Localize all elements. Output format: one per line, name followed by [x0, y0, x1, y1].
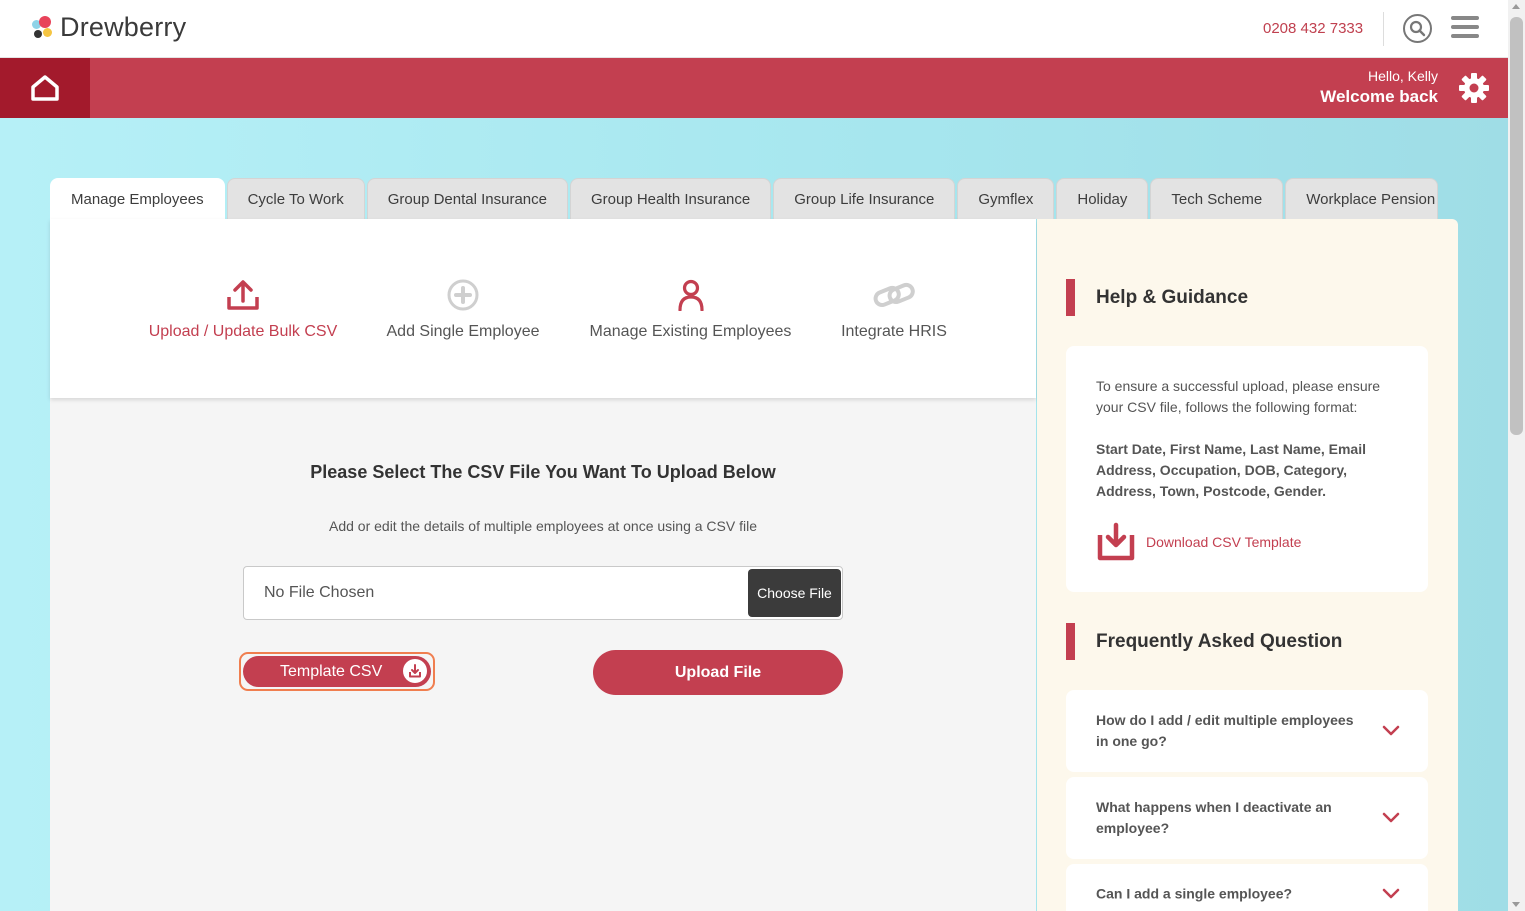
help-sidebar: Help & Guidance To ensure a successful u…	[1037, 219, 1458, 911]
greeting: Hello, Kelly Welcome back	[1320, 68, 1438, 107]
search-button[interactable]	[1403, 14, 1432, 43]
tab-group-health-insurance[interactable]: Group Health Insurance	[569, 178, 772, 219]
settings-button[interactable]	[1458, 72, 1490, 104]
tab-workplace-pension[interactable]: Workplace Pension	[1285, 178, 1439, 219]
top-bar: Drewberry 0208 432 7333	[0, 0, 1508, 58]
tab-group-dental-insurance[interactable]: Group Dental Insurance	[366, 178, 568, 219]
upload-file-button[interactable]: Upload File	[593, 650, 843, 695]
gear-icon	[1459, 73, 1489, 103]
download-csv-template-link[interactable]: Download CSV Template	[1096, 522, 1301, 562]
faq-item[interactable]: Can I add a single employee?	[1066, 864, 1428, 911]
faq-title: Frequently Asked Question	[1096, 630, 1343, 652]
link-icon	[873, 282, 915, 308]
action-options: Upload / Update Bulk CSV Add Single Empl…	[50, 219, 1036, 398]
search-icon	[1409, 20, 1426, 37]
manage-employees-panel: Upload / Update Bulk CSV Add Single Empl…	[50, 219, 1036, 911]
faq-question: How do I add / edit multiple employees i…	[1096, 712, 1354, 749]
hamburger-menu-icon[interactable]	[1451, 16, 1479, 40]
help-text: To ensure a successful upload, please en…	[1096, 378, 1381, 415]
csv-format-text: Start Date, First Name, Last Name, Email…	[1096, 441, 1366, 499]
tab-group-life-insurance[interactable]: Group Life Insurance	[773, 178, 956, 219]
scroll-up-arrow[interactable]	[1512, 4, 1520, 9]
faq-heading: Frequently Asked Question	[1066, 623, 1342, 660]
download-csv-template-label: Download CSV Template	[1146, 534, 1302, 550]
tab-cycle-to-work[interactable]: Cycle To Work	[226, 178, 365, 219]
tab-tech-scheme[interactable]: Tech Scheme	[1150, 178, 1284, 219]
template-csv-button[interactable]: Template CSV	[239, 652, 435, 691]
welcome-back-text: Welcome back	[1320, 87, 1438, 106]
hello-text: Hello, Kelly	[1367, 68, 1438, 84]
home-button[interactable]	[0, 58, 90, 118]
person-icon	[677, 279, 704, 311]
option-add-single-employee[interactable]: Add Single Employee	[378, 277, 548, 341]
upload-icon	[227, 280, 259, 310]
scroll-down-arrow[interactable]	[1512, 902, 1520, 907]
template-csv-label: Template CSV	[280, 662, 383, 680]
faq-question: What happens when I deactivate an employ…	[1096, 799, 1332, 836]
logo-text: Drewberry	[60, 12, 187, 42]
choose-file-button[interactable]: Choose File	[748, 569, 841, 617]
tab-gymflex[interactable]: Gymflex	[957, 178, 1055, 219]
option-label: Upload / Update Bulk CSV	[148, 323, 338, 340]
chevron-down-icon	[1382, 812, 1400, 823]
divider	[1383, 12, 1384, 46]
chevron-down-icon	[1382, 725, 1400, 736]
file-input[interactable]: No File Chosen Choose File	[243, 566, 843, 620]
option-label: Manage Existing Employees	[589, 323, 792, 340]
benefit-tabs: Manage Employees Cycle To Work Group Den…	[50, 178, 1440, 219]
home-icon	[31, 75, 59, 101]
tab-manage-employees[interactable]: Manage Employees	[50, 178, 225, 219]
upload-subtitle: Add or edit the details of multiple empl…	[328, 518, 758, 534]
faq-item[interactable]: What happens when I deactivate an employ…	[1066, 777, 1428, 859]
download-icon	[403, 659, 427, 683]
help-heading: Help & Guidance	[1066, 279, 1248, 316]
option-integrate-hris[interactable]: Integrate HRIS	[834, 277, 954, 341]
page-scrollbar[interactable]	[1508, 0, 1525, 911]
option-upload-bulk-csv[interactable]: Upload / Update Bulk CSV	[148, 277, 338, 341]
faq-question: Can I add a single employee?	[1096, 885, 1293, 902]
logo-mark	[30, 14, 58, 42]
option-manage-existing-employees[interactable]: Manage Existing Employees	[584, 277, 797, 341]
option-label: Add Single Employee	[386, 323, 540, 340]
phone-number-link[interactable]: 0208 432 7333	[1263, 20, 1363, 37]
logo[interactable]: Drewberry	[30, 12, 186, 43]
welcome-bar: Hello, Kelly Welcome back	[0, 58, 1508, 118]
help-card: To ensure a successful upload, please en…	[1066, 346, 1428, 592]
file-chosen-label: No File Chosen	[264, 584, 375, 601]
help-title: Help & Guidance	[1096, 286, 1249, 308]
scroll-thumb[interactable]	[1510, 17, 1523, 435]
faq-item[interactable]: How do I add / edit multiple employees i…	[1066, 690, 1428, 772]
tab-holiday[interactable]: Holiday	[1056, 178, 1149, 219]
download-icon	[1097, 522, 1135, 561]
upload-title: Please Select The CSV File You Want To U…	[310, 462, 776, 482]
plus-circle-icon	[447, 279, 479, 311]
chevron-down-icon	[1382, 888, 1400, 899]
option-label: Integrate HRIS	[841, 323, 947, 340]
